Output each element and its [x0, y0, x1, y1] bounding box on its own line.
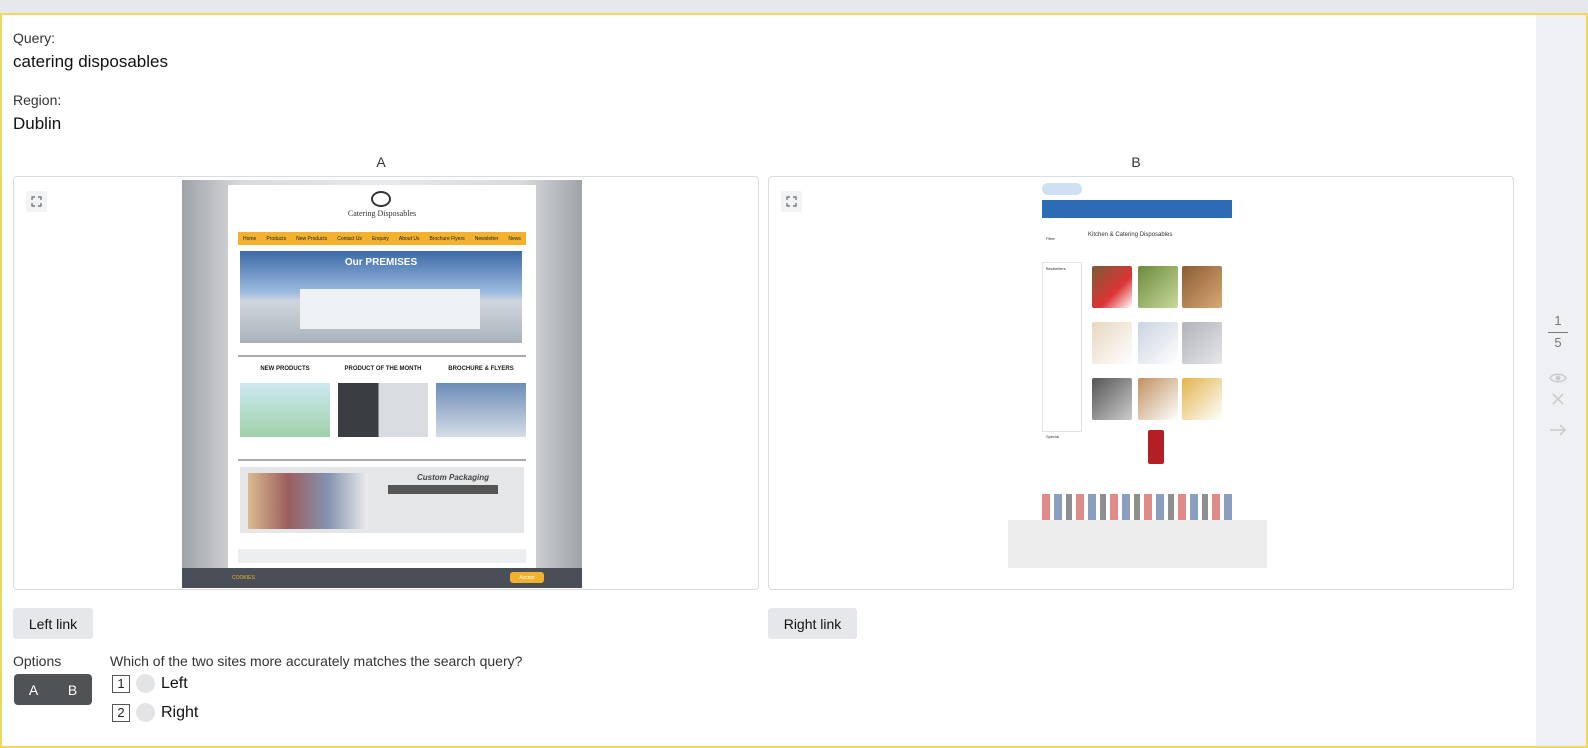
site-b-screenshot: Kitchen & Catering Disposables Filter Be…	[1008, 180, 1267, 585]
site-a-hero: Our PREMISES	[240, 251, 522, 343]
hotkey-1: 1	[112, 674, 130, 693]
side-rail: 1 5	[1536, 15, 1586, 746]
site-a-cookie-bar: COOKIES Accept	[182, 568, 582, 588]
close-icon[interactable]	[1548, 391, 1568, 407]
pager-current: 1	[1554, 313, 1562, 328]
task-panel: Query: catering disposables Region: Dubl…	[0, 13, 1588, 748]
site-a-preview: Catering Disposables Home Products New Pro…	[13, 176, 759, 590]
query-value: catering disposables	[13, 52, 168, 71]
site-b-preview: Kitchen & Catering Disposables Filter Be…	[768, 176, 1514, 590]
option-b[interactable]: B	[53, 674, 92, 705]
hotkey-2: 2	[112, 703, 130, 722]
column-b-label: B	[1131, 154, 1141, 170]
site-b-nav	[1042, 200, 1232, 218]
choice-left-label[interactable]: Left	[161, 675, 188, 693]
pager-divider	[1548, 332, 1568, 333]
radio-right[interactable]	[136, 703, 155, 722]
question-text: Which of the two sites more accurately m…	[110, 653, 523, 669]
eye-icon[interactable]	[1548, 370, 1568, 386]
choice-right-label[interactable]: Right	[161, 704, 198, 722]
region-label: Region:	[13, 92, 62, 108]
radio-left[interactable]	[136, 674, 155, 693]
right-link-button[interactable]: Right link	[768, 608, 857, 639]
options-toggle[interactable]: A B	[14, 674, 92, 705]
expand-icon[interactable]	[26, 191, 47, 212]
choice-left[interactable]: 1 Left	[112, 674, 188, 693]
arrow-right-icon[interactable]	[1548, 422, 1568, 438]
column-a-label: A	[376, 154, 386, 170]
options-label: Options	[13, 653, 62, 669]
left-link-button[interactable]: Left link	[13, 608, 93, 639]
site-a-nav: Home Products New Products Contact Us Enquir…	[238, 232, 526, 245]
site-a-logo	[371, 191, 391, 207]
query-label: Query:	[13, 30, 56, 46]
site-a-screenshot: Catering Disposables Home Products New Pro…	[182, 180, 582, 588]
top-bar	[0, 0, 1588, 13]
pager-total: 5	[1554, 335, 1562, 350]
expand-icon[interactable]	[781, 191, 802, 212]
choice-right[interactable]: 2 Right	[112, 703, 198, 722]
option-a[interactable]: A	[14, 674, 53, 705]
site-a-brand: Catering Disposables	[347, 209, 417, 218]
site-b-footer	[1008, 520, 1267, 568]
region-value: Dublin	[13, 114, 62, 133]
